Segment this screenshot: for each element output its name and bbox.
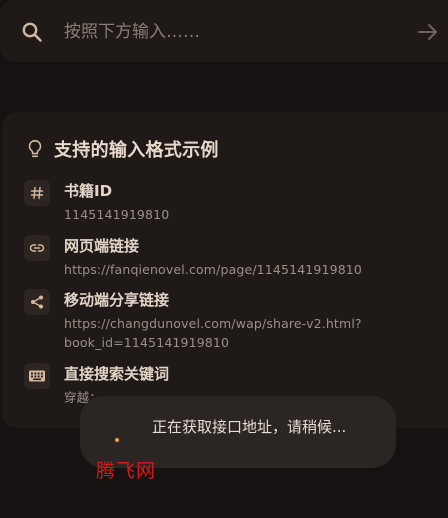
format-item-example: 1145141919810 (64, 207, 170, 222)
format-item-title: 书籍ID (64, 182, 113, 200)
arrow-right-icon[interactable] (416, 20, 440, 44)
keyboard-icon (24, 363, 50, 389)
input-formats-card: 支持的输入格式示例 书籍ID 1145141919810 网页端链接 https… (2, 112, 448, 428)
loading-spinner-icon (115, 438, 119, 442)
lightbulb-icon (28, 139, 42, 158)
format-item-title: 网页端链接 (64, 237, 140, 255)
card-title: 支持的输入格式示例 (54, 140, 219, 161)
format-item-title: 直接搜索关键词 (64, 365, 170, 383)
search-icon (22, 22, 42, 42)
toast-message: 正在获取接口地址，请稍候... (152, 418, 347, 436)
hash-icon (24, 180, 50, 206)
format-item-example: https://changdunovel.com/wap/share-v2.ht… (64, 316, 362, 350)
search-input[interactable] (64, 18, 394, 46)
format-item-example: https://fanqienovel.com/page/11451419198… (64, 262, 363, 277)
watermark: 腾飞网 (96, 460, 157, 482)
search-bar[interactable] (0, 0, 448, 62)
format-item-title: 移动端分享链接 (64, 291, 170, 309)
link-icon (24, 235, 50, 261)
share-icon (24, 289, 50, 315)
card-header: 支持的输入格式示例 (24, 136, 219, 162)
